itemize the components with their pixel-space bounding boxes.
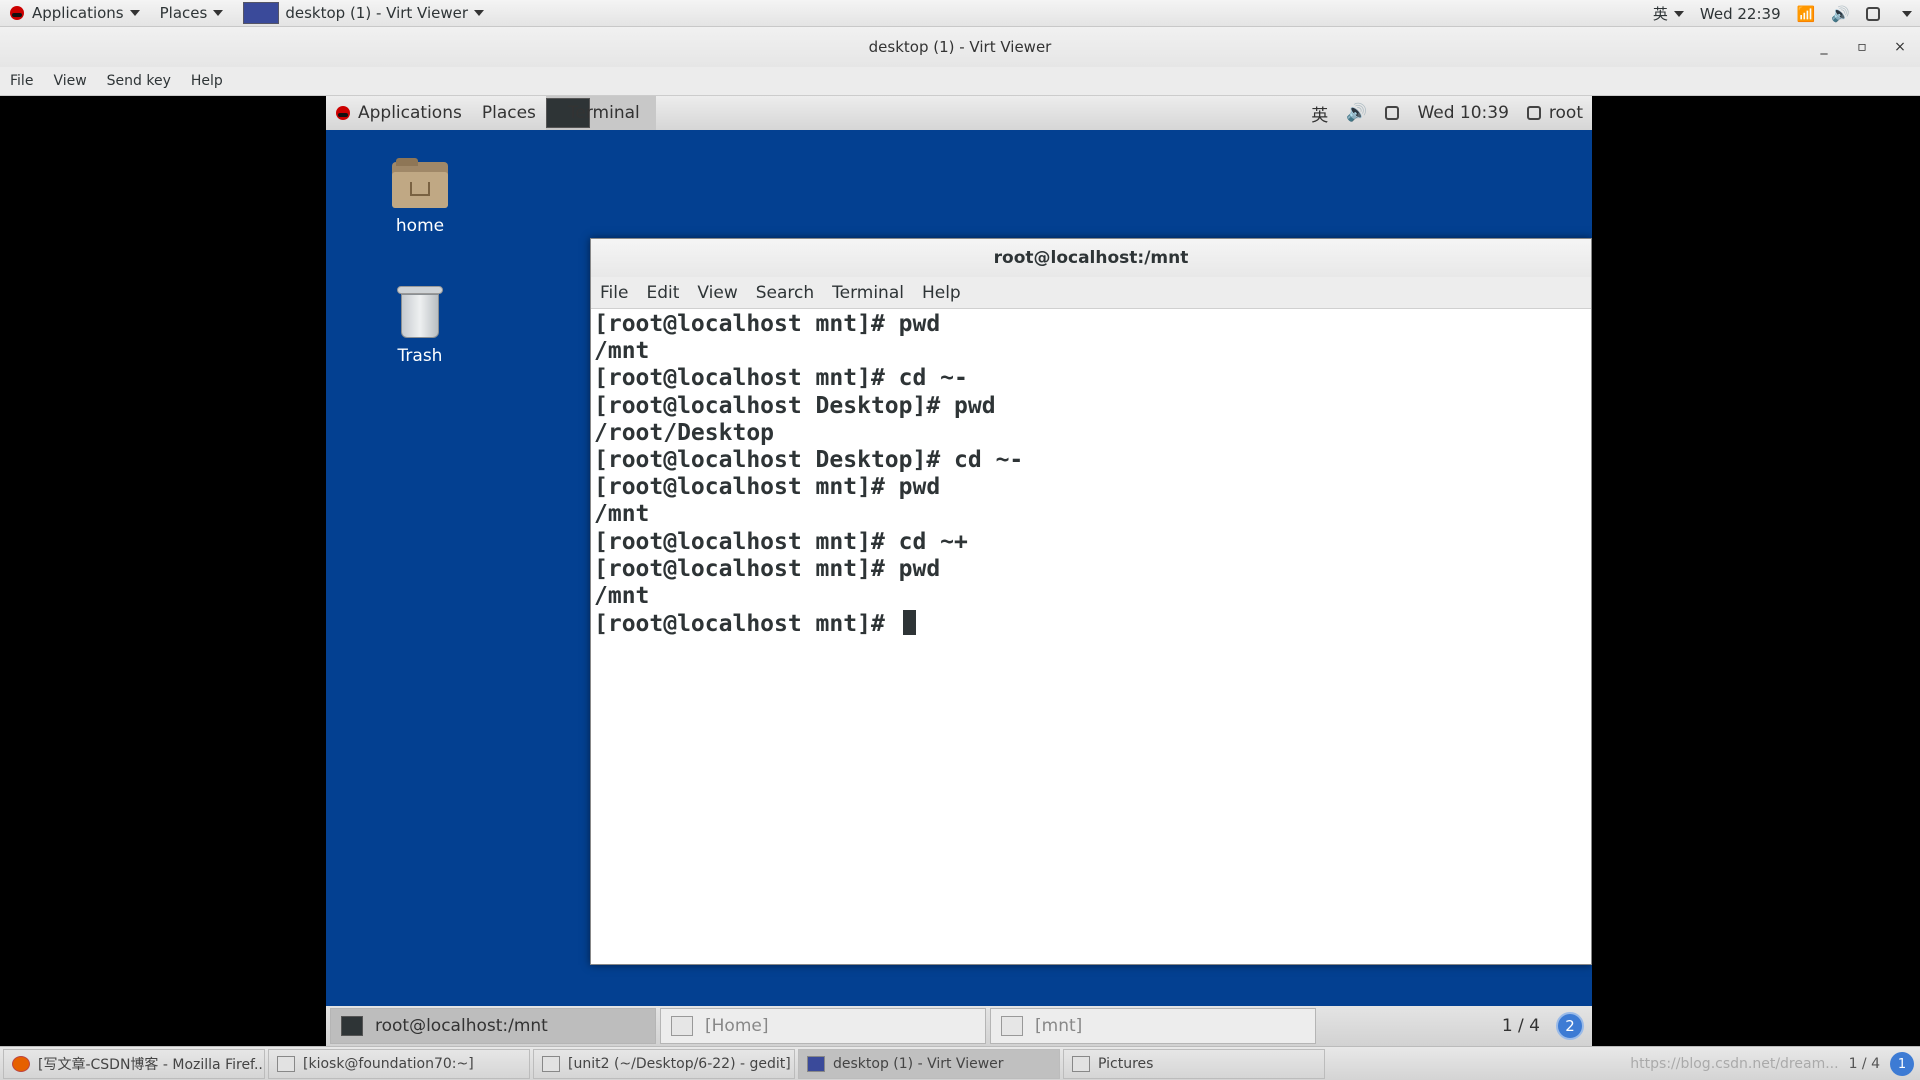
viewer-menu-help[interactable]: Help xyxy=(181,73,233,89)
guest-workspace-indicator[interactable]: 1 / 4 xyxy=(1502,1006,1540,1046)
network-icon[interactable] xyxy=(1376,96,1408,130)
chevron-down-icon xyxy=(213,10,224,16)
wifi-icon[interactable]: 📶 xyxy=(1789,0,1824,27)
terminal-menu-help[interactable]: Help xyxy=(913,283,970,303)
image-viewer-icon xyxy=(1072,1055,1090,1072)
trash-icon xyxy=(397,282,443,338)
terminal-icon xyxy=(341,1016,363,1036)
host-task-gedit[interactable]: [unit2 (~/Desktop/6-22) - gedit] xyxy=(533,1048,795,1079)
redhat-logo-icon xyxy=(10,6,24,20)
terminal-menu-search[interactable]: Search xyxy=(747,283,823,303)
host-top-panel: Applications Places desktop (1) - Virt V… xyxy=(0,0,1920,27)
terminal-menu-view[interactable]: View xyxy=(688,283,746,303)
viewer-window-title: desktop (1) - Virt Viewer xyxy=(868,38,1052,56)
host-task-firefox[interactable]: [写文章-CSDN博客 - Mozilla Firef... xyxy=(3,1048,265,1079)
guest-applications-menu[interactable]: Applications xyxy=(326,96,472,130)
terminal-line: [root@localhost mnt]# cd ~+ xyxy=(594,528,968,555)
desktop-icon-trash[interactable]: Trash xyxy=(360,282,480,366)
terminal-line: /mnt xyxy=(594,583,650,610)
window-controls: _ ▫ × xyxy=(1814,27,1910,67)
watermark-text: https://blog.csdn.net/dream... xyxy=(1630,1056,1839,1072)
host-active-window-menu[interactable]: desktop (1) - Virt Viewer xyxy=(233,0,494,27)
volume-icon[interactable]: 🔊 xyxy=(1337,96,1376,130)
host-ime-indicator[interactable]: 英 xyxy=(1645,0,1692,27)
host-places-menu[interactable]: Places xyxy=(150,0,234,27)
guest-terminal-task[interactable]: Terminal xyxy=(545,96,656,130)
minimize-button[interactable]: _ xyxy=(1814,39,1834,55)
guest-task-terminal[interactable]: root@localhost:/mnt xyxy=(330,1008,656,1044)
viewer-menu-view[interactable]: View xyxy=(43,73,96,89)
system-menu-chevron[interactable] xyxy=(1888,0,1920,27)
terminal-menu-terminal[interactable]: Terminal xyxy=(823,283,913,303)
maximize-button[interactable]: ▫ xyxy=(1852,39,1872,55)
terminal-line: [root@localhost mnt]# pwd xyxy=(594,311,941,337)
redhat-logo-icon xyxy=(336,106,350,120)
terminal-prompt-line[interactable]: [root@localhost mnt]# xyxy=(594,610,1588,638)
chevron-down-icon xyxy=(1673,10,1684,17)
terminal-icon xyxy=(277,1055,295,1072)
chevron-down-icon xyxy=(474,10,485,16)
virt-viewer-icon xyxy=(807,1055,825,1072)
terminal-window[interactable]: root@localhost:/mnt File Edit View Searc… xyxy=(590,238,1592,965)
desktop-icon-home[interactable]: home xyxy=(360,158,480,236)
terminal-line: /mnt xyxy=(594,501,650,528)
chevron-down-icon xyxy=(129,10,140,16)
notification-badge[interactable]: 1 xyxy=(1890,1052,1914,1076)
power-icon[interactable] xyxy=(1858,0,1888,27)
file-manager-icon xyxy=(1001,1016,1023,1036)
terminal-line: [root@localhost Desktop]# cd ~- xyxy=(594,447,1024,474)
file-manager-icon xyxy=(671,1016,693,1036)
guest-ime-indicator[interactable]: 英 xyxy=(1302,96,1337,130)
guest-user-menu[interactable]: root xyxy=(1518,96,1592,130)
host-task-pictures[interactable]: Pictures xyxy=(1063,1048,1325,1079)
host-task-virt-viewer[interactable]: desktop (1) - Virt Viewer xyxy=(798,1048,1060,1079)
host-taskbar-right: https://blog.csdn.net/dream... 1 / 4 1 xyxy=(1630,1047,1914,1080)
terminal-cursor xyxy=(902,610,916,636)
text-editor-icon xyxy=(542,1055,560,1072)
terminal-menubar: File Edit View Search Terminal Help xyxy=(591,277,1591,309)
guest-status-area: 英 🔊 Wed 10:39 root xyxy=(1302,96,1592,130)
viewer-menubar: File View Send key Help xyxy=(0,67,1920,96)
terminal-prompt: [root@localhost mnt]# xyxy=(594,611,899,638)
terminal-line: [root@localhost mnt]# pwd xyxy=(594,555,941,582)
guest-top-panel: Applications Places Terminal 英 🔊 Wed 10:… xyxy=(326,96,1592,130)
terminal-menu-file[interactable]: File xyxy=(591,283,637,303)
viewer-menu-send-key[interactable]: Send key xyxy=(97,73,181,89)
guest-task-mnt[interactable]: [mnt] xyxy=(990,1008,1316,1044)
close-button[interactable]: × xyxy=(1890,39,1910,55)
host-clock[interactable]: Wed 22:39 xyxy=(1692,0,1789,27)
terminal-line: /root/Desktop xyxy=(594,419,775,446)
viewer-titlebar: desktop (1) - Virt Viewer _ ▫ × xyxy=(0,27,1920,67)
terminal-line: [root@localhost Desktop]# pwd xyxy=(594,392,996,419)
user-icon xyxy=(1526,106,1541,120)
guest-clock[interactable]: Wed 10:39 xyxy=(1408,96,1517,130)
notification-badge[interactable]: 2 xyxy=(1556,1012,1584,1040)
guest-places-menu[interactable]: Places xyxy=(472,96,546,130)
guest-taskbar: root@localhost:/mnt [Home] [mnt] 1 / 4 2 xyxy=(326,1006,1592,1046)
terminal-line: [root@localhost mnt]# cd ~- xyxy=(594,365,968,392)
volume-icon[interactable]: 🔊 xyxy=(1823,0,1858,27)
firefox-icon xyxy=(12,1055,30,1072)
terminal-output[interactable]: [root@localhost mnt]# pwd /mnt [root@loc… xyxy=(591,309,1591,640)
terminal-title: root@localhost:/mnt xyxy=(591,239,1591,277)
terminal-line: [root@localhost mnt]# pwd xyxy=(594,474,941,501)
terminal-menu-edit[interactable]: Edit xyxy=(637,283,688,303)
host-workspace-indicator[interactable]: 1 / 4 xyxy=(1849,1056,1880,1072)
home-folder-icon xyxy=(392,158,448,208)
host-status-area: 英 Wed 22:39 📶 🔊 xyxy=(1645,0,1920,27)
terminal-line: /mnt xyxy=(594,338,650,365)
host-taskbar: [写文章-CSDN博客 - Mozilla Firef... [kiosk@fo… xyxy=(0,1046,1920,1080)
guest-display[interactable]: Applications Places Terminal 英 🔊 Wed 10:… xyxy=(326,96,1592,1046)
viewer-menu-file[interactable]: File xyxy=(0,73,43,89)
window-thumbnail-icon xyxy=(243,2,280,24)
chevron-down-icon xyxy=(1902,10,1912,17)
host-applications-menu[interactable]: Applications xyxy=(0,0,150,27)
guest-task-home[interactable]: [Home] xyxy=(660,1008,986,1044)
host-task-terminal[interactable]: [kiosk@foundation70:~] xyxy=(268,1048,530,1079)
